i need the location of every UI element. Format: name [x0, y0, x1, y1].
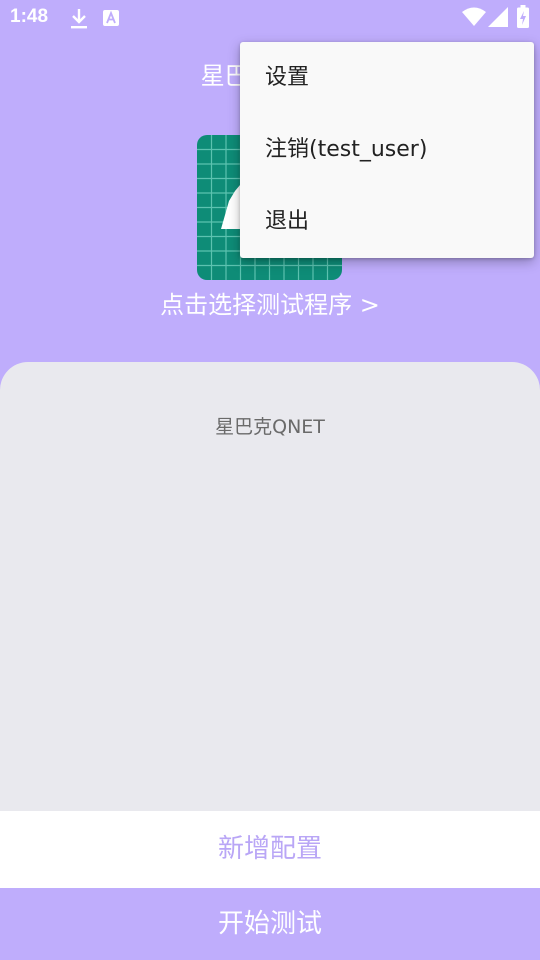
config-panel: 星巴克QNET [0, 362, 540, 822]
signal-icon [488, 7, 508, 27]
battery-charging-icon [517, 5, 529, 28]
overflow-menu: 设置 注销(test_user) 退出 [240, 42, 534, 258]
menu-item-settings[interactable]: 设置 [240, 42, 534, 114]
status-time: 1:48 [10, 6, 49, 27]
select-program-link[interactable]: 点击选择测试程序 > [0, 285, 540, 325]
wifi-icon [462, 7, 486, 26]
add-config-button[interactable]: 新增配置 [0, 811, 540, 888]
menu-item-logout-user[interactable]: 注销(test_user) [240, 114, 534, 186]
font-app-icon [103, 10, 119, 26]
status-bar: 1:48 [0, 0, 540, 36]
menu-item-exit[interactable]: 退出 [240, 186, 534, 258]
config-list-item[interactable]: 星巴克QNET [0, 414, 540, 440]
download-icon [71, 9, 87, 29]
start-test-button[interactable]: 开始测试 [0, 888, 540, 960]
